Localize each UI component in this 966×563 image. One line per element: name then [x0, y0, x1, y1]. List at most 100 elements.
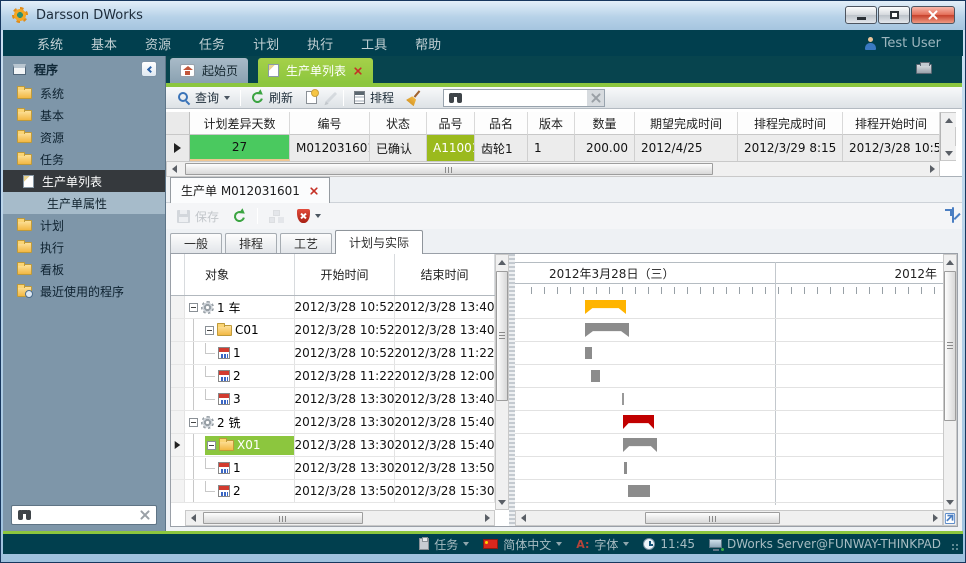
- subtab-general[interactable]: 一般: [170, 233, 222, 253]
- menu-task[interactable]: 任务: [185, 34, 239, 53]
- new-button[interactable]: [303, 90, 320, 105]
- collapse-icon[interactable]: [189, 303, 198, 312]
- col-sched-start[interactable]: 排程开始时间: [843, 112, 940, 135]
- refresh-button[interactable]: 刷新: [248, 88, 296, 107]
- menu-plan[interactable]: 计划: [239, 34, 293, 53]
- sidebar-item-execute[interactable]: 执行: [3, 236, 165, 258]
- gantt-row[interactable]: [515, 296, 943, 319]
- gantt-bar[interactable]: [591, 370, 600, 382]
- scroll-up-arrow[interactable]: [941, 113, 956, 127]
- sidebar-item-resource[interactable]: 资源: [3, 126, 165, 148]
- status-font[interactable]: A: 字体: [572, 536, 633, 553]
- tree-row[interactable]: 2 2012/3/28 13:502012/3/28 15:30: [171, 480, 495, 503]
- col-diff-days[interactable]: 计划差异天数: [190, 112, 290, 135]
- gantt-row[interactable]: [515, 319, 943, 342]
- col-object[interactable]: 对象: [185, 254, 295, 295]
- sidebar-search-input[interactable]: [37, 508, 134, 522]
- tree-row[interactable]: 1 车 2012/3/28 10:522012/3/28 13:40: [171, 296, 495, 319]
- col-version[interactable]: 版本: [528, 112, 575, 135]
- scroll-thumb[interactable]: [185, 163, 713, 175]
- resize-grip[interactable]: [951, 543, 959, 551]
- query-button[interactable]: 查询: [174, 88, 233, 107]
- clear-search-button[interactable]: [587, 90, 604, 106]
- sidebar-collapse-button[interactable]: [141, 61, 157, 77]
- gantt-bar[interactable]: [623, 438, 657, 452]
- gantt-row[interactable]: [515, 434, 943, 457]
- tree-hscrollbar[interactable]: [185, 510, 495, 526]
- col-item-name[interactable]: 品名: [475, 112, 528, 135]
- gantt-row[interactable]: [515, 411, 943, 434]
- clean-button[interactable]: [404, 90, 424, 106]
- schedule-button[interactable]: 排程: [351, 88, 397, 107]
- scroll-thumb[interactable]: [645, 512, 780, 524]
- gantt-bar[interactable]: [622, 393, 624, 405]
- gantt-popout-button[interactable]: [943, 510, 957, 526]
- menu-execute[interactable]: 执行: [293, 34, 347, 53]
- tree-row-selected[interactable]: X01 2012/3/28 13:302012/3/28 15:40: [171, 434, 495, 457]
- subtab-process[interactable]: 工艺: [280, 233, 332, 253]
- sidebar-item-task[interactable]: 任务: [3, 148, 165, 170]
- scroll-left-arrow[interactable]: [167, 162, 181, 176]
- gantt-bar[interactable]: [585, 323, 629, 337]
- scroll-up-arrow[interactable]: [944, 255, 956, 269]
- col-status[interactable]: 状态: [370, 112, 427, 135]
- minimize-button[interactable]: [845, 6, 877, 24]
- gantt-row[interactable]: [515, 457, 943, 480]
- gantt-row[interactable]: [515, 388, 943, 411]
- scroll-up-arrow[interactable]: [496, 255, 508, 269]
- col-end-time[interactable]: 结束时间: [395, 254, 495, 295]
- grid-vscrollbar[interactable]: [940, 112, 956, 161]
- relations-button[interactable]: [266, 209, 286, 224]
- selected-node[interactable]: X01: [205, 436, 294, 455]
- col-start-time[interactable]: 开始时间: [295, 254, 395, 295]
- cancel-schedule-button[interactable]: [294, 208, 324, 224]
- gantt-bar[interactable]: [585, 300, 626, 314]
- menu-tools[interactable]: 工具: [347, 34, 401, 53]
- scroll-down-arrow[interactable]: [941, 146, 956, 160]
- gantt-row[interactable]: [515, 480, 943, 503]
- gantt-hscrollbar[interactable]: [515, 510, 943, 526]
- refresh-button[interactable]: [230, 209, 249, 224]
- close-tab-icon[interactable]: [310, 187, 318, 195]
- status-language[interactable]: 简体中文: [479, 536, 566, 553]
- popout-button[interactable]: [952, 208, 954, 222]
- tab-home[interactable]: 起始页: [170, 58, 248, 83]
- current-user[interactable]: Test User: [865, 36, 941, 51]
- sidebar-item-order-props[interactable]: 生产单属性: [3, 192, 165, 214]
- menu-resource[interactable]: 资源: [131, 34, 185, 53]
- scroll-thumb[interactable]: [203, 512, 363, 524]
- sidebar-item-plan[interactable]: 计划: [3, 214, 165, 236]
- subtab-plan-vs-actual[interactable]: 计划与实际: [335, 230, 423, 254]
- tree-row[interactable]: 1 2012/3/28 13:302012/3/28 13:50: [171, 457, 495, 480]
- table-row[interactable]: 27 M012031601 已确认 A11001 齿轮1 1 200.00 20…: [166, 135, 940, 161]
- grid-hscrollbar[interactable]: [166, 161, 940, 177]
- scroll-left-arrow[interactable]: [186, 511, 200, 525]
- sidebar-item-system[interactable]: 系统: [3, 82, 165, 104]
- list-search-input[interactable]: [467, 91, 582, 105]
- gantt-bar[interactable]: [624, 462, 627, 474]
- col-expected-finish[interactable]: 期望完成时间: [635, 112, 738, 135]
- scroll-right-arrow[interactable]: [480, 511, 494, 525]
- sidebar-item-basic[interactable]: 基本: [3, 104, 165, 126]
- scroll-right-arrow[interactable]: [925, 162, 939, 176]
- clear-search-icon[interactable]: [140, 510, 150, 520]
- printer-icon[interactable]: [916, 64, 932, 74]
- gantt-vscrollbar[interactable]: [943, 254, 957, 510]
- detail-tab[interactable]: 生产单 M012031601: [170, 177, 330, 203]
- scroll-left-arrow[interactable]: [516, 511, 530, 525]
- scroll-down-arrow[interactable]: [496, 495, 508, 509]
- close-button[interactable]: [911, 6, 955, 24]
- col-code[interactable]: 编号: [290, 112, 370, 135]
- scroll-down-arrow[interactable]: [944, 495, 956, 509]
- close-tab-icon[interactable]: [354, 67, 362, 75]
- sidebar-item-order-list[interactable]: 生产单列表: [3, 170, 165, 192]
- tree-vscrollbar[interactable]: [495, 254, 509, 510]
- save-button[interactable]: 保存: [174, 207, 222, 226]
- col-sched-finish[interactable]: 排程完成时间: [738, 112, 843, 135]
- tree-row[interactable]: C01 2012/3/28 10:522012/3/28 13:40: [171, 319, 495, 342]
- tree-row[interactable]: 2 铣 2012/3/28 13:302012/3/28 15:40: [171, 411, 495, 434]
- collapse-icon[interactable]: [189, 418, 198, 427]
- gantt-bar[interactable]: [623, 415, 654, 429]
- col-qty[interactable]: 数量: [575, 112, 635, 135]
- menu-help[interactable]: 帮助: [401, 34, 455, 53]
